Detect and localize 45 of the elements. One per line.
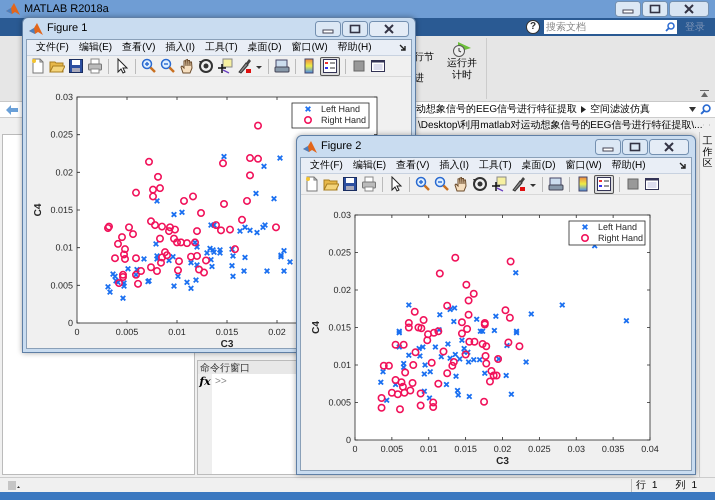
tick-label: 0 <box>352 444 358 454</box>
legend-label: Right Hand <box>598 233 644 243</box>
legend-label: Left Hand <box>321 104 360 114</box>
tick-label: 0 <box>346 435 351 445</box>
tick-label: 0.02 <box>494 444 512 454</box>
tick-label: 0.01 <box>168 327 186 337</box>
tick-label: 0.015 <box>328 322 351 332</box>
tick-label: 0 <box>68 318 73 328</box>
legend-label: Left Hand <box>598 222 638 232</box>
tick-label: 0.03 <box>55 92 73 102</box>
status-value: 1 <box>652 478 658 492</box>
tick-label: 0.01 <box>420 444 438 454</box>
tick-label: 0.04 <box>641 444 659 454</box>
axis-label: C3 <box>220 339 234 348</box>
tick-label: 0.02 <box>333 285 351 295</box>
tick-label: 0.005 <box>328 398 351 408</box>
tick-label: 0.015 <box>216 327 238 337</box>
window-title: Figure 2 <box>321 139 362 154</box>
status-value: 1 <box>691 478 697 492</box>
tick-label: 0.025 <box>528 444 551 454</box>
command-prompt: >> <box>214 375 227 388</box>
tick-label: 0.015 <box>50 205 73 215</box>
window-title: MATLAB R2018a <box>24 2 109 17</box>
tick-label: 0.005 <box>380 444 404 454</box>
tick-label: 0.01 <box>333 360 351 370</box>
axis-label: C3 <box>496 456 509 467</box>
status-label: 行 <box>636 478 646 492</box>
tick-label: 0.01 <box>55 242 73 253</box>
tick-label: 0.025 <box>328 248 351 258</box>
tick-label: 0.005 <box>116 327 138 337</box>
tick-label: 0.02 <box>268 327 286 337</box>
tick-label: 0.025 <box>50 130 73 140</box>
tick-label: 0.005 <box>50 280 73 290</box>
tick-label: 0 <box>74 327 80 337</box>
window-title: Figure 1 <box>47 21 88 36</box>
tick-label: 0.02 <box>55 167 73 178</box>
axis-label: C4 <box>311 321 322 334</box>
axis-label: C4 <box>33 204 44 216</box>
legend-label: Right Hand <box>321 115 366 125</box>
folder-path: \Desktop\利用matlab对运动想象信号的EEG信号进行特征提取\... <box>418 118 702 132</box>
status-label: 列 <box>675 478 686 492</box>
tick-label: 0.03 <box>567 444 586 454</box>
tick-label: 0.03 <box>333 210 351 220</box>
tick-label: 0.015 <box>454 444 477 454</box>
tick-label: 0.035 <box>602 444 624 454</box>
